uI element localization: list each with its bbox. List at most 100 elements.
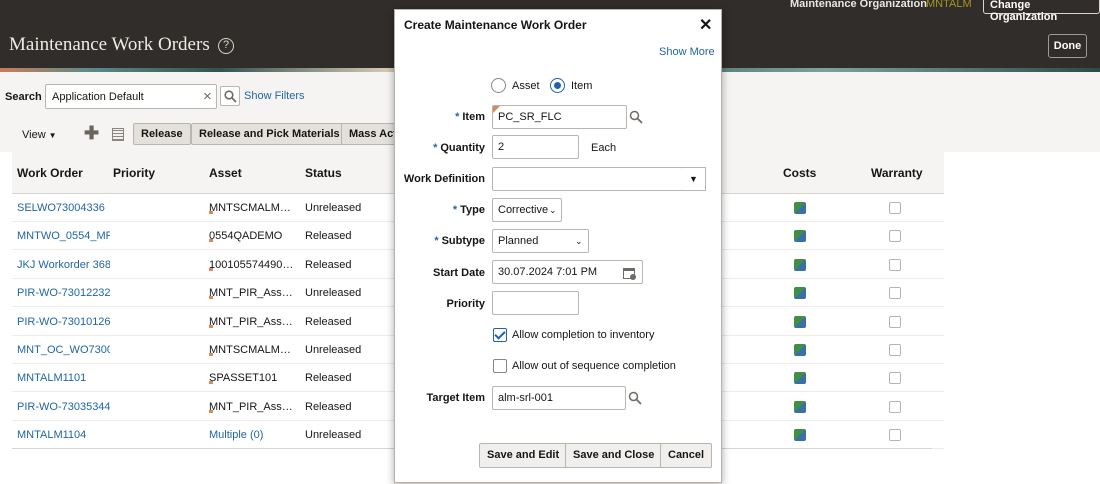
- asset-value: MNT_PIR_Ass…: [209, 400, 293, 413]
- allow-out-of-sequence-checkbox[interactable]: [493, 359, 507, 373]
- item-search-icon[interactable]: [629, 110, 643, 124]
- asset-value: Multiple (0): [209, 429, 264, 442]
- asset-cell: MNT_PIR_Ass…: [209, 287, 301, 300]
- work-order-link[interactable]: MNTWO_0554_MP_: [17, 230, 110, 242]
- costs-icon[interactable]: [794, 202, 806, 214]
- required-mark: *: [452, 204, 458, 216]
- costs-icon[interactable]: [794, 400, 806, 413]
- start-date-label: Start Date: [433, 267, 485, 279]
- status-cell: Unreleased: [305, 202, 362, 214]
- asset-cell: 100105574490…: [209, 259, 301, 271]
- save-and-close-button[interactable]: Save and Close: [565, 443, 663, 468]
- required-mark: *: [455, 111, 460, 123]
- asset-cell: MNTSCMALM…: [209, 202, 301, 214]
- calendar-icon[interactable]: [623, 268, 636, 280]
- release-button[interactable]: Release: [133, 123, 191, 145]
- warranty-icon: [889, 429, 901, 442]
- add-icon[interactable]: ✚: [84, 123, 99, 144]
- start-date-input[interactable]: 30.07.2024 7:01 PM: [492, 260, 643, 284]
- asset-cell: MNT_PIR_Ass…: [209, 401, 301, 413]
- flag-icon: [209, 353, 213, 356]
- release-and-pick-materials-button[interactable]: Release and Pick Materials: [191, 123, 348, 145]
- status-cell: Unreleased: [305, 287, 362, 300]
- done-button[interactable]: Done: [1048, 34, 1087, 58]
- help-icon[interactable]: ?: [218, 38, 234, 54]
- create-work-order-dialog: Create Maintenance Work Order ✕ Show Mor…: [394, 9, 722, 483]
- saved-search-field[interactable]: Application Default ×: [45, 84, 217, 109]
- required-mark: *: [434, 235, 439, 247]
- flag-icon: [209, 409, 213, 413]
- chevron-down-icon: ▼: [689, 174, 698, 184]
- work-order-link[interactable]: MNT_OC_WO7300(: [17, 344, 110, 356]
- costs-icon[interactable]: [794, 315, 806, 328]
- allow-completion-checkbox[interactable]: [493, 328, 507, 342]
- warranty-icon: [889, 400, 901, 413]
- work-order-link[interactable]: SELWO73004336: [17, 202, 110, 214]
- column-header-costs[interactable]: Costs: [783, 166, 816, 180]
- page-title: Maintenance Work Orders: [9, 34, 210, 55]
- clear-icon[interactable]: ×: [203, 88, 212, 105]
- target-item-search-icon[interactable]: [628, 391, 642, 405]
- show-more-link[interactable]: Show More: [659, 46, 715, 58]
- export-icon[interactable]: [112, 128, 124, 141]
- status-cell: Released: [305, 400, 352, 413]
- status-cell: Released: [305, 230, 352, 243]
- status-cell: Released: [305, 372, 352, 385]
- radio-item[interactable]: [550, 78, 565, 93]
- column-header-work-order[interactable]: Work Order: [17, 166, 83, 180]
- mass-actions-button[interactable]: Mass Act: [341, 123, 396, 145]
- close-icon[interactable]: ✕: [699, 15, 712, 35]
- costs-icon[interactable]: [794, 372, 806, 385]
- flag-icon: [209, 211, 213, 214]
- asset-cell: SPASSET101: [209, 372, 301, 385]
- cancel-button[interactable]: Cancel: [660, 443, 713, 468]
- costs-icon[interactable]: [794, 230, 806, 243]
- asset-cell[interactable]: Multiple (0): [209, 429, 301, 441]
- flag-icon: [209, 324, 213, 328]
- work-order-link[interactable]: PIR-WO-73010126: [17, 316, 110, 328]
- item-input[interactable]: PC_SR_FLC: [492, 105, 627, 129]
- quantity-uom: Each: [591, 142, 617, 154]
- subtype-label: * Subtype: [434, 235, 485, 247]
- target-item-input[interactable]: alm-srl-001: [492, 386, 626, 410]
- view-menu[interactable]: View ▼: [22, 129, 57, 141]
- type-value: Corrective: [498, 204, 549, 216]
- column-header-warranty[interactable]: Warranty: [871, 166, 923, 180]
- item-label-text: Item: [462, 111, 485, 123]
- type-label-text: Type: [460, 204, 485, 216]
- priority-input[interactable]: [492, 291, 579, 315]
- radio-asset[interactable]: [491, 78, 506, 93]
- asset-value: MNT_PIR_Ass…: [209, 315, 293, 328]
- search-icon: [224, 90, 237, 103]
- warranty-icon: [889, 315, 901, 328]
- save-and-edit-button[interactable]: Save and Edit: [479, 443, 568, 468]
- work-definition-dropdown-button[interactable]: ▼: [682, 167, 706, 191]
- work-order-link[interactable]: JKJ Workorder 3687: [17, 259, 110, 271]
- work-order-link[interactable]: PIR-WO-73035344: [17, 401, 110, 413]
- quantity-input[interactable]: 2: [492, 135, 579, 159]
- quantity-label: * Quantity: [433, 142, 485, 154]
- asset-cell: 0554QADEMO: [209, 230, 301, 243]
- column-header-priority[interactable]: Priority: [113, 166, 155, 180]
- work-order-link[interactable]: MNTALM1101: [17, 372, 110, 384]
- costs-icon[interactable]: [794, 429, 806, 442]
- costs-icon[interactable]: [794, 258, 806, 271]
- asset-value: MNTSCMALM…: [209, 202, 291, 214]
- work-order-link[interactable]: PIR-WO-73012232(: [17, 287, 110, 299]
- costs-icon[interactable]: [794, 344, 806, 356]
- asset-value: 0554QADEMO: [209, 230, 283, 243]
- radio-item-label: Item: [571, 80, 593, 92]
- asset-value: 100105574490…: [209, 258, 294, 271]
- search-button[interactable]: [220, 86, 240, 106]
- target-item-label: Target Item: [426, 392, 485, 404]
- column-header-status[interactable]: Status: [305, 166, 342, 180]
- saved-search-value: Application Default: [52, 91, 144, 103]
- chevron-down-icon: ⌄: [549, 205, 557, 215]
- show-filters-link[interactable]: Show Filters: [244, 90, 305, 102]
- column-header-asset[interactable]: Asset: [209, 166, 242, 180]
- costs-icon[interactable]: [794, 287, 806, 300]
- work-definition-input[interactable]: [492, 167, 683, 191]
- dialog-title: Create Maintenance Work Order: [404, 18, 587, 32]
- change-organization-button[interactable]: Change Organization: [983, 0, 1100, 23]
- work-order-link[interactable]: MNTALM1104: [17, 429, 110, 441]
